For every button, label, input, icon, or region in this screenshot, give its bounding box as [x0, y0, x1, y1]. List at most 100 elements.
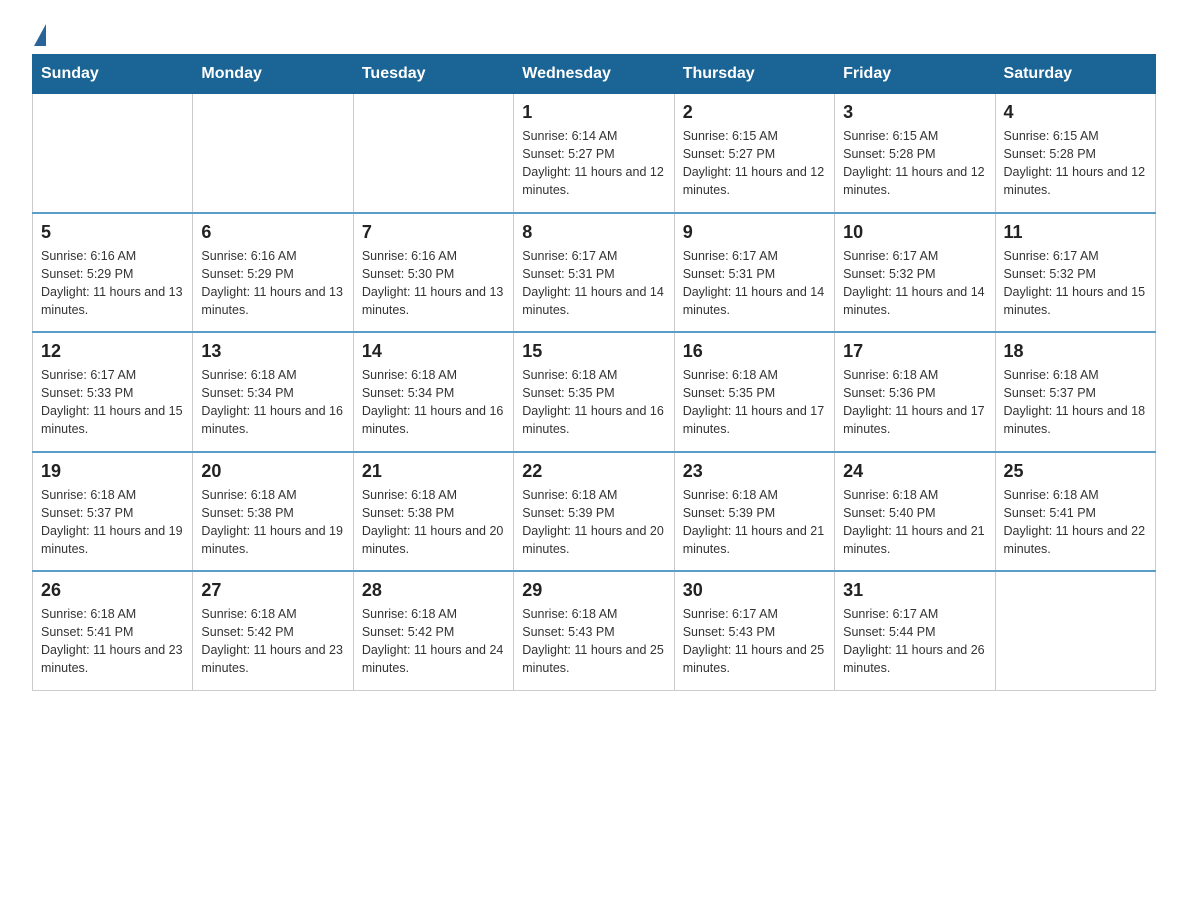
- calendar-week-row: 26 Sunrise: 6:18 AM Sunset: 5:41 PM Dayli…: [33, 571, 1156, 690]
- day-info: Sunrise: 6:18 AM Sunset: 5:34 PM Dayligh…: [201, 366, 344, 439]
- day-number: 13: [201, 341, 344, 362]
- calendar-day-cell: 16 Sunrise: 6:18 AM Sunset: 5:35 PM Dayli…: [674, 332, 834, 452]
- day-info: Sunrise: 6:17 AM Sunset: 5:33 PM Dayligh…: [41, 366, 184, 439]
- calendar-table: SundayMondayTuesdayWednesdayThursdayFrid…: [32, 54, 1156, 691]
- calendar-day-cell: 8 Sunrise: 6:17 AM Sunset: 5:31 PM Daylig…: [514, 213, 674, 333]
- day-info: Sunrise: 6:18 AM Sunset: 5:40 PM Dayligh…: [843, 486, 986, 559]
- calendar-day-cell: 10 Sunrise: 6:17 AM Sunset: 5:32 PM Dayli…: [835, 213, 995, 333]
- calendar-day-cell: 12 Sunrise: 6:17 AM Sunset: 5:33 PM Dayli…: [33, 332, 193, 452]
- day-info: Sunrise: 6:18 AM Sunset: 5:34 PM Dayligh…: [362, 366, 505, 439]
- day-info: Sunrise: 6:18 AM Sunset: 5:42 PM Dayligh…: [201, 605, 344, 678]
- day-number: 27: [201, 580, 344, 601]
- day-number: 21: [362, 461, 505, 482]
- calendar-day-cell: 1 Sunrise: 6:14 AM Sunset: 5:27 PM Daylig…: [514, 94, 674, 213]
- calendar-day-cell: [193, 94, 353, 213]
- day-number: 10: [843, 222, 986, 243]
- day-info: Sunrise: 6:18 AM Sunset: 5:41 PM Dayligh…: [41, 605, 184, 678]
- calendar-day-cell: 18 Sunrise: 6:18 AM Sunset: 5:37 PM Dayli…: [995, 332, 1155, 452]
- day-of-week-header: Sunday: [33, 55, 193, 94]
- calendar-day-cell: 21 Sunrise: 6:18 AM Sunset: 5:38 PM Dayli…: [353, 452, 513, 572]
- day-number: 29: [522, 580, 665, 601]
- day-number: 1: [522, 102, 665, 123]
- day-info: Sunrise: 6:17 AM Sunset: 5:44 PM Dayligh…: [843, 605, 986, 678]
- day-of-week-header: Saturday: [995, 55, 1155, 94]
- calendar-day-cell: 6 Sunrise: 6:16 AM Sunset: 5:29 PM Daylig…: [193, 213, 353, 333]
- day-info: Sunrise: 6:18 AM Sunset: 5:41 PM Dayligh…: [1004, 486, 1147, 559]
- day-info: Sunrise: 6:15 AM Sunset: 5:27 PM Dayligh…: [683, 127, 826, 200]
- day-number: 19: [41, 461, 184, 482]
- calendar-week-row: 19Sunrise: 6:18 AM Sunset: 5:37 PM Dayli…: [33, 452, 1156, 572]
- day-number: 6: [201, 222, 344, 243]
- day-number: 3: [843, 102, 986, 123]
- day-number: 8: [522, 222, 665, 243]
- day-number: 22: [522, 461, 665, 482]
- day-number: 5: [41, 222, 184, 243]
- day-of-week-header: Wednesday: [514, 55, 674, 94]
- day-number: 9: [683, 222, 826, 243]
- calendar-day-cell: 4 Sunrise: 6:15 AM Sunset: 5:28 PM Daylig…: [995, 94, 1155, 213]
- calendar-day-cell: 31 Sunrise: 6:17 AM Sunset: 5:44 PM Dayli…: [835, 571, 995, 690]
- day-of-week-header: Thursday: [674, 55, 834, 94]
- day-number: 30: [683, 580, 826, 601]
- page-header: [32, 24, 1156, 46]
- day-number: 20: [201, 461, 344, 482]
- day-number: 14: [362, 341, 505, 362]
- day-info: Sunrise: 6:16 AM Sunset: 5:29 PM Dayligh…: [41, 247, 184, 320]
- day-of-week-header: Monday: [193, 55, 353, 94]
- day-number: 28: [362, 580, 505, 601]
- day-info: Sunrise: 6:18 AM Sunset: 5:38 PM Dayligh…: [362, 486, 505, 559]
- calendar-day-cell: 30Sunrise: 6:17 AM Sunset: 5:43 PM Dayli…: [674, 571, 834, 690]
- calendar-day-cell: [353, 94, 513, 213]
- day-number: 11: [1004, 222, 1147, 243]
- calendar-week-row: 1 Sunrise: 6:14 AM Sunset: 5:27 PM Daylig…: [33, 94, 1156, 213]
- calendar-day-cell: 7 Sunrise: 6:16 AM Sunset: 5:30 PM Daylig…: [353, 213, 513, 333]
- day-info: Sunrise: 6:14 AM Sunset: 5:27 PM Dayligh…: [522, 127, 665, 200]
- day-number: 31: [843, 580, 986, 601]
- day-info: Sunrise: 6:17 AM Sunset: 5:32 PM Dayligh…: [1004, 247, 1147, 320]
- calendar-day-cell: 11 Sunrise: 6:17 AM Sunset: 5:32 PM Dayli…: [995, 213, 1155, 333]
- day-info: Sunrise: 6:18 AM Sunset: 5:39 PM Dayligh…: [683, 486, 826, 559]
- calendar-day-cell: 13 Sunrise: 6:18 AM Sunset: 5:34 PM Dayli…: [193, 332, 353, 452]
- day-number: 25: [1004, 461, 1147, 482]
- day-of-week-header: Tuesday: [353, 55, 513, 94]
- day-number: 17: [843, 341, 986, 362]
- day-number: 15: [522, 341, 665, 362]
- calendar-day-cell: 9 Sunrise: 6:17 AM Sunset: 5:31 PM Daylig…: [674, 213, 834, 333]
- calendar-day-cell: 15Sunrise: 6:18 AM Sunset: 5:35 PM Dayli…: [514, 332, 674, 452]
- day-info: Sunrise: 6:16 AM Sunset: 5:29 PM Dayligh…: [201, 247, 344, 320]
- day-number: 4: [1004, 102, 1147, 123]
- calendar-header-row: SundayMondayTuesdayWednesdayThursdayFrid…: [33, 55, 1156, 94]
- day-info: Sunrise: 6:17 AM Sunset: 5:32 PM Dayligh…: [843, 247, 986, 320]
- calendar-day-cell: 22 Sunrise: 6:18 AM Sunset: 5:39 PM Dayli…: [514, 452, 674, 572]
- calendar-day-cell: 5 Sunrise: 6:16 AM Sunset: 5:29 PM Daylig…: [33, 213, 193, 333]
- calendar-week-row: 5 Sunrise: 6:16 AM Sunset: 5:29 PM Daylig…: [33, 213, 1156, 333]
- day-info: Sunrise: 6:17 AM Sunset: 5:31 PM Dayligh…: [683, 247, 826, 320]
- calendar-day-cell: 17Sunrise: 6:18 AM Sunset: 5:36 PM Dayli…: [835, 332, 995, 452]
- day-of-week-header: Friday: [835, 55, 995, 94]
- calendar-day-cell: [33, 94, 193, 213]
- day-info: Sunrise: 6:16 AM Sunset: 5:30 PM Dayligh…: [362, 247, 505, 320]
- calendar-day-cell: 27 Sunrise: 6:18 AM Sunset: 5:42 PM Dayli…: [193, 571, 353, 690]
- calendar-day-cell: 20 Sunrise: 6:18 AM Sunset: 5:38 PM Dayli…: [193, 452, 353, 572]
- day-info: Sunrise: 6:18 AM Sunset: 5:38 PM Dayligh…: [201, 486, 344, 559]
- day-info: Sunrise: 6:18 AM Sunset: 5:35 PM Dayligh…: [683, 366, 826, 439]
- day-info: Sunrise: 6:18 AM Sunset: 5:39 PM Dayligh…: [522, 486, 665, 559]
- day-info: Sunrise: 6:15 AM Sunset: 5:28 PM Dayligh…: [1004, 127, 1147, 200]
- calendar-week-row: 12 Sunrise: 6:17 AM Sunset: 5:33 PM Dayli…: [33, 332, 1156, 452]
- calendar-day-cell: 26 Sunrise: 6:18 AM Sunset: 5:41 PM Dayli…: [33, 571, 193, 690]
- calendar-day-cell: 25 Sunrise: 6:18 AM Sunset: 5:41 PM Dayli…: [995, 452, 1155, 572]
- day-info: Sunrise: 6:17 AM Sunset: 5:31 PM Dayligh…: [522, 247, 665, 320]
- calendar-day-cell: 3Sunrise: 6:15 AM Sunset: 5:28 PM Daylig…: [835, 94, 995, 213]
- day-number: 26: [41, 580, 184, 601]
- day-number: 12: [41, 341, 184, 362]
- day-info: Sunrise: 6:18 AM Sunset: 5:37 PM Dayligh…: [1004, 366, 1147, 439]
- day-number: 23: [683, 461, 826, 482]
- calendar-day-cell: 2Sunrise: 6:15 AM Sunset: 5:27 PM Daylig…: [674, 94, 834, 213]
- day-number: 7: [362, 222, 505, 243]
- day-number: 18: [1004, 341, 1147, 362]
- calendar-day-cell: 19Sunrise: 6:18 AM Sunset: 5:37 PM Dayli…: [33, 452, 193, 572]
- calendar-day-cell: 23 Sunrise: 6:18 AM Sunset: 5:39 PM Dayli…: [674, 452, 834, 572]
- calendar-day-cell: 24Sunrise: 6:18 AM Sunset: 5:40 PM Dayli…: [835, 452, 995, 572]
- logo: [32, 24, 46, 46]
- day-number: 16: [683, 341, 826, 362]
